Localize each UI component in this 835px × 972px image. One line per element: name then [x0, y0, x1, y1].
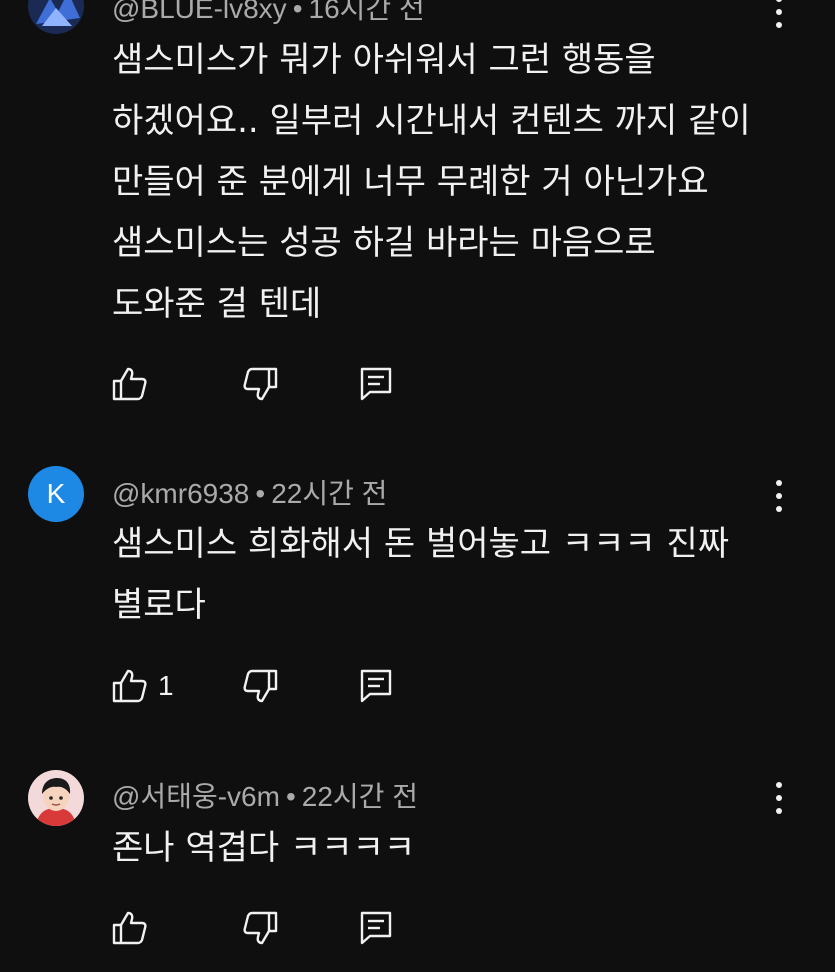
reply-button[interactable]: [356, 364, 396, 404]
comment-line: 존나 역겹다 ㅋㅋㅋㅋ: [112, 828, 416, 868]
thumbs-up-icon: [112, 911, 147, 945]
like-button[interactable]: [110, 908, 150, 948]
thumbs-down-icon: [243, 367, 278, 401]
meta-separator: •: [285, 781, 296, 812]
dislike-button[interactable]: [240, 364, 280, 404]
comment-author[interactable]: @서태웅-v6m: [112, 781, 280, 812]
more-vert-icon-dot: [776, 493, 782, 499]
reply-button[interactable]: [356, 666, 396, 706]
thumbs-up-icon: [112, 367, 147, 401]
more-vert-icon-dot: [776, 795, 782, 801]
comment-line: 샘스미스는 성공 하길 바라는 마음으로: [112, 223, 656, 263]
dislike-button[interactable]: [240, 666, 280, 706]
avatar[interactable]: [28, 770, 84, 826]
comment-2: K @kmr6938 • 22시간 전 샘스미스 희화해서 돈 벌어놓고 ㅋㅋㅋ 진…: [0, 430, 835, 730]
comment-time: 16시간 전: [308, 0, 425, 24]
reply-button[interactable]: [356, 908, 396, 948]
more-vert-icon: [776, 782, 782, 788]
thumbs-up-icon: [112, 669, 147, 703]
comment-time: 22시간 전: [271, 478, 388, 509]
like-count: 1: [158, 670, 174, 701]
comment-text: 샘스미스가 뭐가 아쉬워서 그런 행동을 하겠어요.. 일부러 시간내서 컨텐츠…: [112, 30, 792, 335]
thumbs-down-icon: [243, 669, 278, 703]
comment-line: 별로다: [112, 585, 206, 625]
comment-line: 샘스미스가 뭐가 아쉬워서 그런 행동을: [112, 40, 656, 80]
like-button[interactable]: [110, 364, 150, 404]
comment-author[interactable]: @BLUE-lv8xy: [112, 0, 287, 24]
more-vert-icon-dot: [776, 506, 782, 512]
comment-time: 22시간 전: [301, 781, 418, 812]
comment-meta: @서태웅-v6m • 22시간 전: [112, 775, 418, 815]
comment-meta: @BLUE-lv8xy • 16시간 전: [112, 0, 425, 27]
comment-3: @서태웅-v6m • 22시간 전 존나 역겹다 ㅋㅋㅋㅋ: [0, 730, 835, 972]
thumbs-down-icon: [243, 911, 278, 945]
reply-icon: [360, 911, 392, 945]
reply-icon: [360, 669, 392, 703]
more-options-button[interactable]: [764, 476, 794, 516]
avatar[interactable]: K: [28, 466, 84, 522]
meta-separator: •: [255, 478, 266, 509]
reply-icon: [360, 367, 392, 401]
comment-text: 샘스미스 희화해서 돈 벌어놓고 ㅋㅋㅋ 진짜 별로다: [112, 514, 792, 636]
like-button[interactable]: [110, 666, 150, 706]
comment-line: 샘스미스 희화해서 돈 벌어놓고 ㅋㅋㅋ 진짜: [112, 524, 730, 564]
comment-meta: @kmr6938 • 22시간 전: [112, 472, 387, 512]
comment-line: 도와준 걸 텐데: [112, 284, 322, 324]
meta-separator: •: [292, 0, 303, 24]
avatar[interactable]: [28, 0, 84, 34]
more-vert-icon: [776, 0, 782, 2]
more-options-button[interactable]: [764, 0, 794, 32]
comment-author[interactable]: @kmr6938: [112, 478, 249, 509]
comment-text: 존나 역겹다 ㅋㅋㅋㅋ: [112, 818, 792, 879]
comment-line: 만들어 준 분에게 너무 무례한 거 아닌가요: [112, 162, 709, 202]
comment-1: @BLUE-lv8xy • 16시간 전 샘스미스가 뭐가 아쉬워서 그런 행동을 …: [0, 0, 835, 430]
more-vert-icon: [776, 480, 782, 486]
more-vert-icon-dot: [776, 9, 782, 15]
more-vert-icon-dot: [776, 808, 782, 814]
comment-line: 하겠어요.. 일부러 시간내서 컨텐츠 까지 같이: [112, 101, 751, 141]
more-vert-icon-dot: [776, 22, 782, 28]
more-options-button[interactable]: [764, 778, 794, 818]
dislike-button[interactable]: [240, 908, 280, 948]
